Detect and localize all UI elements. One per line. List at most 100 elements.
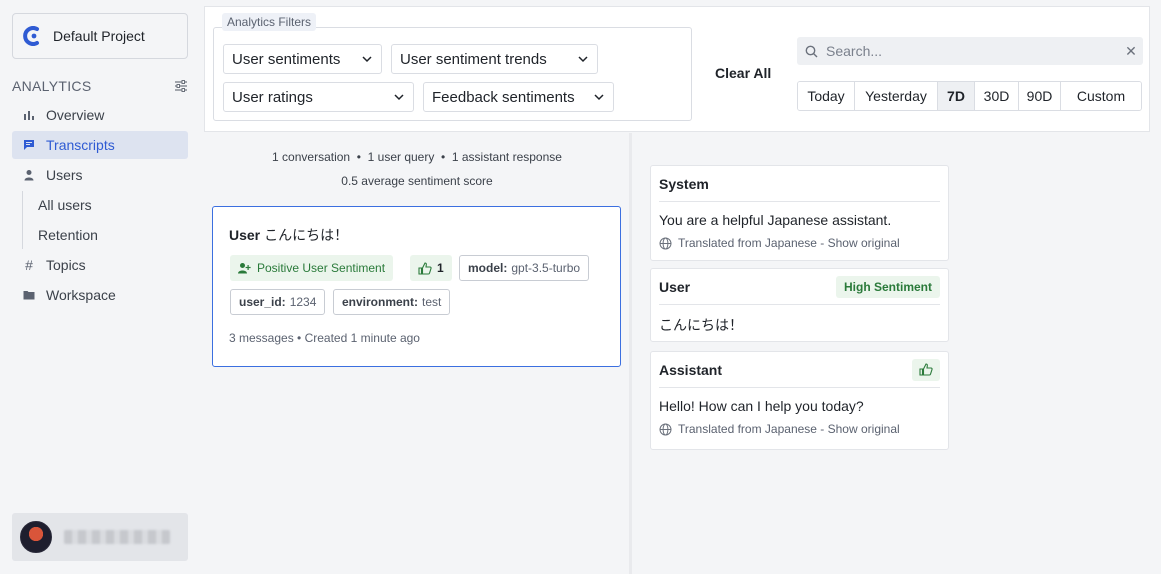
translation-text: Translated from Japanese - Show original bbox=[678, 422, 900, 436]
tag-value: 1234 bbox=[289, 295, 317, 309]
chevron-down-icon bbox=[394, 94, 404, 101]
dropdown-label: Feedback sentiments bbox=[432, 88, 575, 106]
redacted-username bbox=[64, 530, 170, 544]
project-logo-icon bbox=[23, 26, 39, 46]
sidebar-item-topics[interactable]: # Topics bbox=[12, 251, 188, 279]
user-plus-icon bbox=[238, 263, 251, 274]
tag-key: user_id: bbox=[239, 295, 286, 309]
range-today[interactable]: Today bbox=[798, 82, 855, 110]
thumbs-up-badge bbox=[912, 358, 940, 381]
conversation-preview: User こんにちは！ bbox=[229, 225, 348, 245]
tag-key: model: bbox=[468, 261, 508, 275]
conversation-list: 1 conversation • 1 user query • 1 assist… bbox=[204, 133, 630, 574]
user-sentiment-trends-dropdown[interactable]: User sentiment trends bbox=[391, 44, 598, 74]
assistant-message: Assistant Hello! How can I help you toda… bbox=[650, 351, 949, 450]
search-bar: ✕ bbox=[797, 37, 1143, 65]
chevron-down-icon bbox=[578, 56, 588, 63]
environment-tag: environment: test bbox=[333, 289, 451, 315]
sidebar-item-users[interactable]: Users bbox=[12, 161, 188, 189]
sidebar-item-label: Transcripts bbox=[46, 137, 115, 153]
positive-sentiment-tag: Positive User Sentiment bbox=[230, 255, 394, 281]
clear-all-button[interactable]: Clear All bbox=[715, 65, 771, 81]
sidebar-item-overview[interactable]: Overview bbox=[12, 101, 188, 129]
date-range-selector: Today Yesterday 7D 30D 90D Custom bbox=[797, 81, 1142, 111]
analytics-section-header: ANALYTICS bbox=[12, 77, 188, 95]
project-switcher-button[interactable]: Default Project bbox=[12, 13, 188, 59]
like-count: 1 bbox=[437, 261, 444, 275]
thumbs-up-icon bbox=[418, 261, 432, 275]
chevron-down-icon bbox=[362, 56, 372, 63]
message-header: User High Sentiment bbox=[659, 269, 940, 305]
section-title: ANALYTICS bbox=[12, 78, 92, 94]
message-header: System bbox=[659, 166, 940, 202]
speaker-label: User bbox=[229, 227, 261, 243]
range-7d[interactable]: 7D bbox=[938, 82, 975, 110]
dropdown-label: User ratings bbox=[232, 88, 313, 106]
dropdown-label: User sentiments bbox=[232, 50, 341, 68]
sidebar-item-label: Workspace bbox=[46, 287, 116, 303]
message-role: System bbox=[659, 175, 709, 192]
sidebar: Default Project ANALYTICS Overview Trans… bbox=[0, 0, 200, 574]
range-custom[interactable]: Custom bbox=[1061, 82, 1141, 110]
preview-text: こんにちは！ bbox=[264, 227, 349, 243]
translation-note[interactable]: Translated from Japanese - Show original bbox=[651, 414, 948, 436]
system-message: System You are a helpful Japanese assist… bbox=[650, 165, 949, 261]
avatar bbox=[20, 521, 52, 553]
message-role: Assistant bbox=[659, 361, 723, 378]
high-sentiment-badge: High Sentiment bbox=[835, 275, 940, 298]
model-tag: model: gpt-3.5-turbo bbox=[459, 255, 590, 281]
filters-legend: Analytics Filters bbox=[222, 13, 317, 31]
feedback-sentiments-dropdown[interactable]: Feedback sentiments bbox=[423, 82, 614, 112]
summary-stats: 1 conversation • 1 user query • 1 assist… bbox=[272, 150, 562, 164]
conversation-card[interactable]: User こんにちは！ Positive User Sentiment 1 mod… bbox=[212, 206, 621, 367]
sentiment-label: Positive User Sentiment bbox=[257, 261, 386, 275]
user-sentiments-dropdown[interactable]: User sentiments bbox=[223, 44, 382, 74]
chat-icon bbox=[22, 138, 36, 152]
sidebar-nav: Overview Transcripts Users All users Ret… bbox=[12, 101, 188, 311]
chevron-down-icon bbox=[594, 94, 604, 101]
tag-value: test bbox=[422, 295, 442, 309]
translation-note[interactable]: Translated from Japanese - Show original bbox=[651, 228, 948, 250]
globe-icon bbox=[659, 423, 672, 435]
sidebar-item-transcripts[interactable]: Transcripts bbox=[12, 131, 188, 159]
sidebar-item-label: Retention bbox=[38, 227, 98, 243]
range-yesterday[interactable]: Yesterday bbox=[855, 82, 938, 110]
message-header: Assistant bbox=[659, 352, 940, 388]
user-id-tag: user_id: 1234 bbox=[230, 289, 326, 315]
thumbs-up-icon bbox=[919, 363, 933, 376]
range-30d[interactable]: 30D bbox=[975, 82, 1019, 110]
users-subnav: All users Retention bbox=[22, 191, 188, 249]
user-icon bbox=[22, 168, 36, 182]
message-text: こんにちは！ bbox=[659, 317, 743, 333]
sidebar-item-retention[interactable]: Retention bbox=[13, 221, 188, 249]
user-message: User High Sentiment こんにちは！ bbox=[650, 268, 949, 342]
conversation-detail: System You are a helpful Japanese assist… bbox=[632, 133, 1161, 574]
sidebar-item-all-users[interactable]: All users bbox=[13, 191, 188, 219]
range-90d[interactable]: 90D bbox=[1019, 82, 1061, 110]
sidebar-item-label: Users bbox=[46, 167, 83, 183]
sidebar-item-label: Topics bbox=[46, 257, 86, 273]
project-name: Default Project bbox=[53, 28, 145, 44]
clear-search-icon[interactable]: ✕ bbox=[1119, 43, 1143, 60]
bar-chart-icon bbox=[22, 108, 36, 122]
dropdown-label: User sentiment trends bbox=[400, 50, 547, 68]
sidebar-item-label: All users bbox=[38, 197, 92, 213]
search-input[interactable] bbox=[826, 43, 1119, 59]
message-text: You are a helpful Japanese assistant. bbox=[659, 212, 892, 228]
average-sentiment-score: 0.5 average sentiment score bbox=[341, 174, 493, 188]
search-icon bbox=[805, 45, 818, 57]
tag-key: environment: bbox=[342, 295, 419, 309]
conversation-meta: 3 messages • Created 1 minute ago bbox=[229, 331, 420, 345]
folder-icon bbox=[22, 288, 36, 302]
hash-icon: # bbox=[25, 257, 33, 273]
filters-panel: Analytics Filters User sentiments User s… bbox=[204, 6, 1150, 132]
sidebar-item-label: Overview bbox=[46, 107, 105, 123]
tune-settings-icon[interactable] bbox=[174, 79, 188, 93]
sidebar-item-workspace[interactable]: Workspace bbox=[12, 281, 188, 309]
like-count-tag: 1 bbox=[410, 255, 452, 281]
tag-value: gpt-3.5-turbo bbox=[511, 261, 581, 275]
translation-text: Translated from Japanese - Show original bbox=[678, 236, 900, 250]
user-ratings-dropdown[interactable]: User ratings bbox=[223, 82, 414, 112]
message-role: User bbox=[659, 278, 691, 295]
account-menu[interactable] bbox=[12, 513, 188, 561]
